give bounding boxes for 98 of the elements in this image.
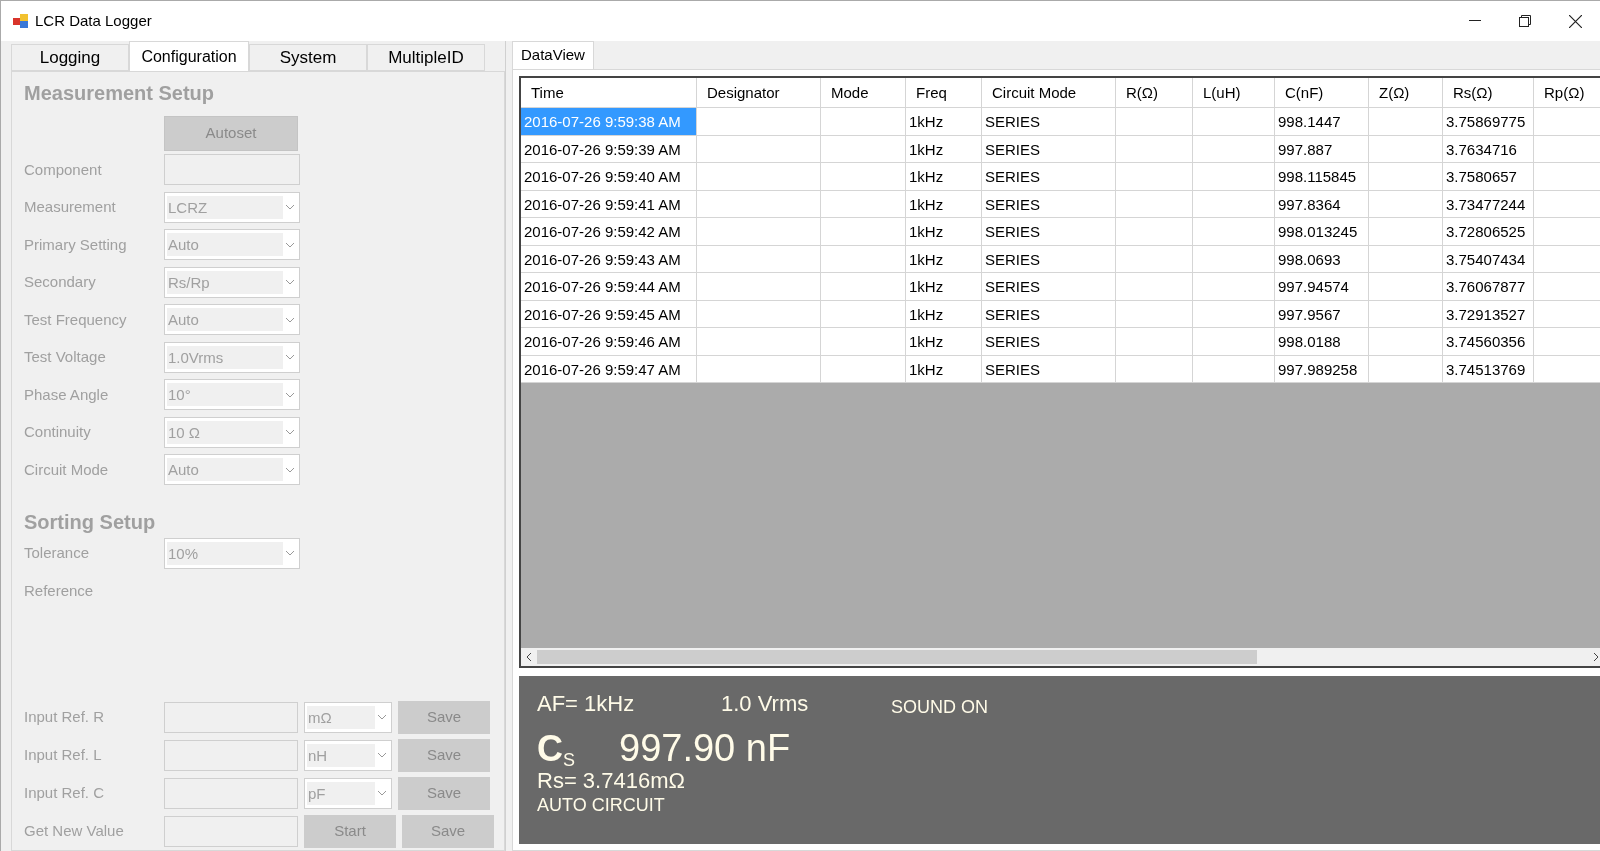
chevron-down-icon: [285, 354, 295, 361]
chevron-down-icon: [285, 316, 295, 323]
table-cell: 2016-07-26 9:59:44 AM: [521, 273, 697, 301]
table-cell: 3.75869775: [1443, 108, 1534, 136]
table-cell: 1kHz: [906, 163, 982, 191]
table-cell: 2016-07-26 9:59:47 AM: [521, 355, 697, 383]
dropdown[interactable]: Rs/Rp: [164, 266, 300, 298]
tab[interactable]: System: [249, 44, 367, 71]
chevron-down-icon: [285, 550, 295, 557]
table-cell: SERIES: [982, 328, 1116, 356]
tab[interactable]: Logging: [11, 44, 129, 71]
chevron-down-icon: [285, 279, 295, 286]
table-cell: 2016-07-26 9:59:38 AM: [521, 108, 697, 136]
button[interactable]: Start: [304, 814, 396, 848]
field-label: Input Ref. R: [24, 706, 106, 727]
button[interactable]: Save: [398, 738, 490, 772]
dropdown[interactable]: mΩ: [304, 701, 392, 733]
table-cell: 2016-07-26 9:59:40 AM: [521, 163, 697, 191]
table-cell: 2016-07-26 9:59:42 AM: [521, 218, 697, 246]
dropdown[interactable]: 10 Ω: [164, 416, 300, 448]
dropdown[interactable]: LCRZ: [164, 191, 300, 223]
text-field[interactable]: [164, 739, 298, 771]
table-cell: 2016-07-26 9:59:46 AM: [521, 328, 697, 356]
field-label: Test Voltage: [24, 347, 107, 367]
field-label: Component: [24, 159, 103, 180]
chevron-down-icon: [377, 752, 387, 758]
voltage-reading: 1.0 Vrms: [721, 690, 810, 718]
table-cell: SERIES: [982, 273, 1116, 301]
field-label: Reference: [24, 580, 95, 601]
table-cell: 1kHz: [906, 273, 982, 301]
text-field[interactable]: [164, 701, 298, 733]
frequency-reading: AF= 1kHz: [537, 690, 636, 718]
chevron-down-icon: [285, 466, 295, 473]
field-label: Input Ref. C: [24, 782, 106, 803]
field-label: Input Ref. L: [24, 744, 103, 765]
table-cell: 998.013245: [1275, 218, 1369, 246]
field-label: Continuity: [24, 422, 92, 442]
close-icon: [1568, 14, 1582, 28]
table-cell: 1kHz: [906, 218, 982, 246]
table-cell: SERIES: [982, 108, 1116, 136]
field-label: Circuit Mode: [24, 459, 110, 480]
chevron-down-icon: [377, 790, 387, 796]
button[interactable]: Save: [398, 776, 490, 810]
chevron-down-icon: [285, 204, 295, 211]
chevron-down-icon: [285, 241, 295, 248]
table-cell: 3.74560356: [1443, 328, 1534, 356]
table-cell: SERIES: [982, 163, 1116, 191]
dropdown[interactable]: 1.0Vrms: [164, 341, 300, 373]
section-heading: Sorting Setup: [24, 509, 157, 535]
circuit-mode: AUTO CIRCUIT: [537, 794, 665, 817]
app-icon: [13, 13, 29, 29]
scrollbar-thumb[interactable]: [537, 650, 1257, 664]
table-cell: 997.94574: [1275, 273, 1369, 301]
text-field[interactable]: [164, 815, 298, 847]
table-cell: 1kHz: [906, 355, 982, 383]
sound-status: SOUND ON: [891, 696, 988, 719]
table-cell: SERIES: [982, 218, 1116, 246]
field-label: Primary Setting: [24, 234, 128, 255]
autoset-button[interactable]: Autoset: [164, 116, 298, 151]
table-cell: 998.115845: [1275, 163, 1369, 191]
table-cell: SERIES: [982, 355, 1116, 383]
horizontal-scrollbar[interactable]: [521, 648, 1600, 666]
field-label: Test Frequency: [24, 309, 128, 330]
button[interactable]: Save: [402, 814, 494, 848]
dropdown[interactable]: Auto: [164, 454, 300, 486]
chevron-down-icon: [285, 391, 295, 398]
dropdown[interactable]: Auto: [164, 304, 300, 336]
field-label: Tolerance: [24, 543, 91, 563]
dropdown[interactable]: 10%: [164, 537, 300, 569]
dropdown[interactable]: 10°: [164, 379, 300, 411]
field-label: Get New Value: [24, 820, 125, 841]
dropdown[interactable]: pF: [304, 777, 392, 809]
chevron-down-icon: [377, 714, 387, 720]
table-cell: 998.0188: [1275, 328, 1369, 356]
chevron-down-icon: [285, 429, 295, 436]
text-field[interactable]: [164, 777, 298, 809]
section-heading: Measurement Setup: [24, 81, 216, 106]
table-cell: 3.76067877: [1443, 273, 1534, 301]
table-cell: 3.74513769: [1443, 355, 1534, 383]
dropdown[interactable]: nH: [304, 739, 392, 771]
restore-icon: [1519, 15, 1531, 27]
tab[interactable]: MultipleID: [367, 44, 485, 71]
tab[interactable]: Configuration: [129, 41, 249, 71]
table-cell: 998.1447: [1275, 108, 1369, 136]
minimize-icon: [1469, 20, 1481, 22]
table-cell: 3.7580657: [1443, 163, 1534, 191]
button[interactable]: Save: [398, 700, 490, 734]
field-label: Phase Angle: [24, 384, 110, 405]
table-cell: 1kHz: [906, 328, 982, 356]
table-cell: 3.72806525: [1443, 218, 1534, 246]
field-label: Secondary: [24, 272, 97, 292]
text-field[interactable]: [164, 154, 300, 186]
table-cell: 1kHz: [906, 108, 982, 136]
dropdown[interactable]: Auto: [164, 229, 300, 261]
window-title: LCR Data Logger: [35, 10, 152, 31]
tab[interactable]: DataView: [512, 41, 594, 69]
table-cell: 997.989258: [1275, 355, 1369, 383]
field-label: Measurement: [24, 197, 117, 217]
